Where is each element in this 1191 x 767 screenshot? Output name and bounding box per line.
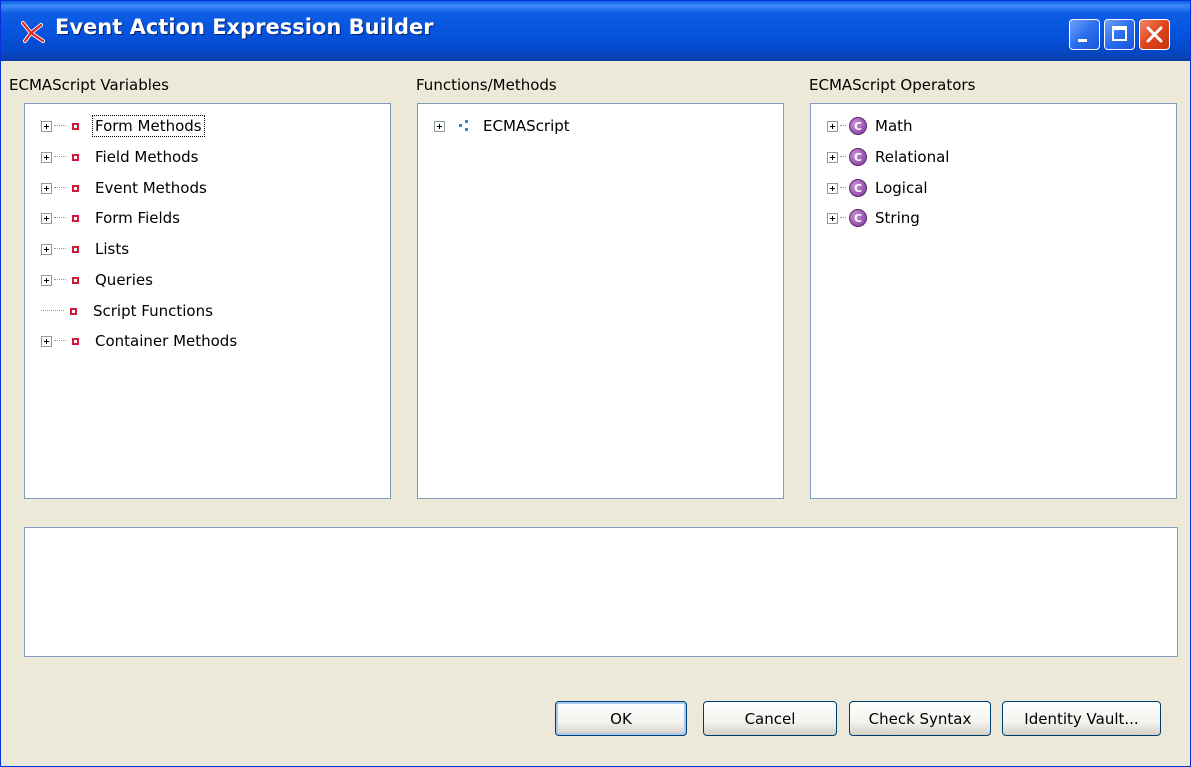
title-bar[interactable]: Event Action Expression Builder xyxy=(1,1,1190,61)
tree-item-field-methods[interactable]: Field Methods xyxy=(41,145,200,169)
tree-item-relational[interactable]: C Relational xyxy=(827,145,951,169)
tree-item-lists[interactable]: Lists xyxy=(41,237,131,261)
maximize-button[interactable] xyxy=(1104,19,1135,50)
expand-icon[interactable] xyxy=(827,212,838,224)
class-icon: C xyxy=(849,209,867,227)
tree-item-label: Event Methods xyxy=(95,179,207,197)
variable-icon xyxy=(72,245,79,253)
expand-icon[interactable] xyxy=(827,182,838,194)
functions-panel-label: Functions/Methods xyxy=(416,76,557,94)
variable-icon xyxy=(70,307,77,315)
expand-icon[interactable] xyxy=(41,182,52,194)
tree-item-label: String xyxy=(875,209,920,227)
tree-item-ecmascript[interactable]: ECMAScript xyxy=(434,114,572,138)
class-icon: C xyxy=(849,179,867,197)
maximize-icon xyxy=(1112,26,1127,41)
expand-icon[interactable] xyxy=(434,120,445,132)
expand-icon[interactable] xyxy=(41,120,52,132)
tree-item-math[interactable]: C Math xyxy=(827,114,915,138)
variable-icon xyxy=(72,276,79,284)
expand-icon[interactable] xyxy=(41,243,52,255)
expand-icon[interactable] xyxy=(41,212,52,224)
operators-panel-label: ECMAScript Operators xyxy=(809,76,976,94)
variable-icon xyxy=(72,184,79,192)
tree-item-form-fields[interactable]: Form Fields xyxy=(41,206,182,230)
tree-item-label: Form Methods xyxy=(92,115,205,137)
functions-tree[interactable]: ECMAScript xyxy=(417,103,784,499)
cancel-button[interactable]: Cancel xyxy=(703,701,837,736)
variable-icon xyxy=(72,153,79,161)
class-icon: C xyxy=(849,148,867,166)
tree-item-string[interactable]: C String xyxy=(827,206,922,230)
tree-item-event-methods[interactable]: Event Methods xyxy=(41,176,209,200)
variables-tree[interactable]: Form Methods Field Methods Event Methods… xyxy=(24,103,391,499)
tree-item-label: Container Methods xyxy=(95,332,238,350)
minimize-button[interactable] xyxy=(1069,19,1100,50)
close-button[interactable] xyxy=(1139,19,1170,50)
expand-icon[interactable] xyxy=(41,335,52,347)
expression-editor[interactable] xyxy=(24,527,1178,657)
variables-panel-label: ECMAScript Variables xyxy=(9,76,169,94)
tree-item-label: Script Functions xyxy=(93,302,213,320)
minimize-icon xyxy=(1078,39,1087,42)
tree-item-label: Form Fields xyxy=(95,209,180,227)
expand-icon[interactable] xyxy=(41,151,52,163)
variable-icon xyxy=(72,337,79,345)
class-icon: C xyxy=(849,117,867,135)
identity-vault-button[interactable]: Identity Vault... xyxy=(1002,701,1161,736)
tree-item-script-functions[interactable]: Script Functions xyxy=(41,299,215,323)
tree-item-logical[interactable]: C Logical xyxy=(827,176,930,200)
tree-item-label: Field Methods xyxy=(95,148,199,166)
window-title: Event Action Expression Builder xyxy=(55,15,434,39)
tree-item-label: Math xyxy=(875,117,913,135)
app-logo-icon xyxy=(21,21,45,43)
expand-icon[interactable] xyxy=(41,274,52,286)
tree-item-label: Lists xyxy=(95,240,130,258)
expression-builder-window: Event Action Expression Builder ECMAScri… xyxy=(0,0,1191,767)
tree-item-container-methods[interactable]: Container Methods xyxy=(41,329,239,353)
tree-item-label: Relational xyxy=(875,148,950,166)
check-syntax-button[interactable]: Check Syntax xyxy=(849,701,991,736)
tree-item-queries[interactable]: Queries xyxy=(41,268,155,292)
close-icon xyxy=(1146,26,1163,43)
variable-icon xyxy=(72,214,79,222)
ok-button[interactable]: OK xyxy=(555,701,687,736)
expand-icon[interactable] xyxy=(827,151,838,163)
tree-item-form-methods[interactable]: Form Methods xyxy=(41,114,205,138)
expand-icon[interactable] xyxy=(827,120,838,132)
variable-icon xyxy=(72,122,79,130)
tree-item-label: ECMAScript xyxy=(483,117,570,135)
package-icon xyxy=(459,120,471,132)
tree-item-label: Queries xyxy=(95,271,153,289)
operators-tree[interactable]: C Math C Relational C Logical C String xyxy=(810,103,1177,499)
tree-item-label: Logical xyxy=(875,179,928,197)
